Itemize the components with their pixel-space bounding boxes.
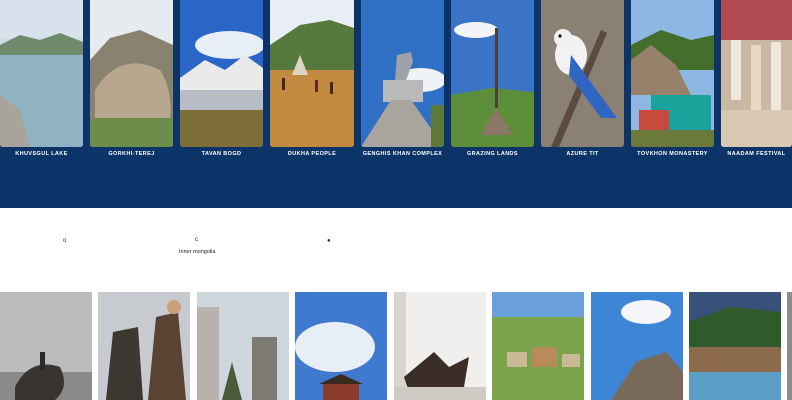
photo-camel-rider[interactable] — [0, 292, 92, 400]
photo-temple-sky[interactable] — [295, 292, 387, 400]
gallery-interior-image — [394, 292, 486, 400]
card-caption: DUKHA PEOPLE — [287, 151, 337, 157]
temple-sky-image — [295, 292, 387, 400]
camel-rider-image — [0, 292, 92, 400]
photo-partial[interactable] — [787, 292, 792, 400]
photo-monastery-grounds[interactable] — [492, 292, 584, 400]
card-caption: NAADAM FESTIVAL — [727, 151, 786, 157]
map-marker[interactable]: ● — [327, 238, 331, 244]
azure-tit-image — [541, 0, 624, 147]
tovkhon-monastery-image — [631, 0, 714, 147]
card-caption: GENGHIS KHAN COMPLEX — [362, 151, 443, 157]
card-gorkhi-terej[interactable] — [90, 0, 173, 147]
naadam-festival-image — [721, 0, 792, 147]
card-caption: AZURE TIT — [566, 151, 599, 157]
card-genghis-khan-complex[interactable] — [361, 0, 444, 147]
partial-image — [787, 292, 792, 400]
monastery-grounds-image — [492, 292, 584, 400]
card-tavan-bogd[interactable] — [180, 0, 263, 147]
tavan-bogd-image — [180, 0, 263, 147]
card-caption: KHUVSGUL LAKE — [15, 151, 68, 157]
card-tovkhon-monastery[interactable] — [631, 0, 714, 147]
khuvsgul-lake-image — [0, 0, 83, 147]
photo-rock-formation[interactable] — [591, 292, 683, 400]
card-azure-tit[interactable] — [541, 0, 624, 147]
card-caption: GRAZING LANDS — [466, 151, 519, 157]
photo-river-valley[interactable] — [689, 292, 781, 400]
card-dukha-people[interactable] — [270, 0, 354, 147]
rock-formation-image — [591, 292, 683, 400]
grazing-lands-image — [451, 0, 534, 147]
dukha-people-image — [270, 0, 354, 147]
photo-gallery-interior[interactable] — [394, 292, 486, 400]
eagle-hunters-image — [98, 292, 190, 400]
photo-eagle-hunters[interactable] — [98, 292, 190, 400]
river-valley-image — [689, 292, 781, 400]
gorkhi-terej-image — [90, 0, 173, 147]
map-marker[interactable]: c — [195, 237, 198, 243]
card-caption: TAVAN BOGD — [201, 151, 242, 157]
region-label: Inner mongolia — [179, 249, 216, 255]
card-khuvsgul-lake[interactable] — [0, 0, 83, 147]
city-park-image — [197, 292, 289, 400]
card-naadam-festival[interactable] — [721, 0, 792, 147]
genghis-khan-complex-image — [361, 0, 444, 147]
card-grazing-lands[interactable] — [451, 0, 534, 147]
card-caption: GORKHI-TEREJ — [108, 151, 155, 157]
map-area — [0, 208, 792, 292]
card-caption: TOVKHON MONASTERY — [637, 151, 708, 157]
map-marker[interactable]: o — [63, 238, 66, 244]
photo-city-park[interactable] — [197, 292, 289, 400]
